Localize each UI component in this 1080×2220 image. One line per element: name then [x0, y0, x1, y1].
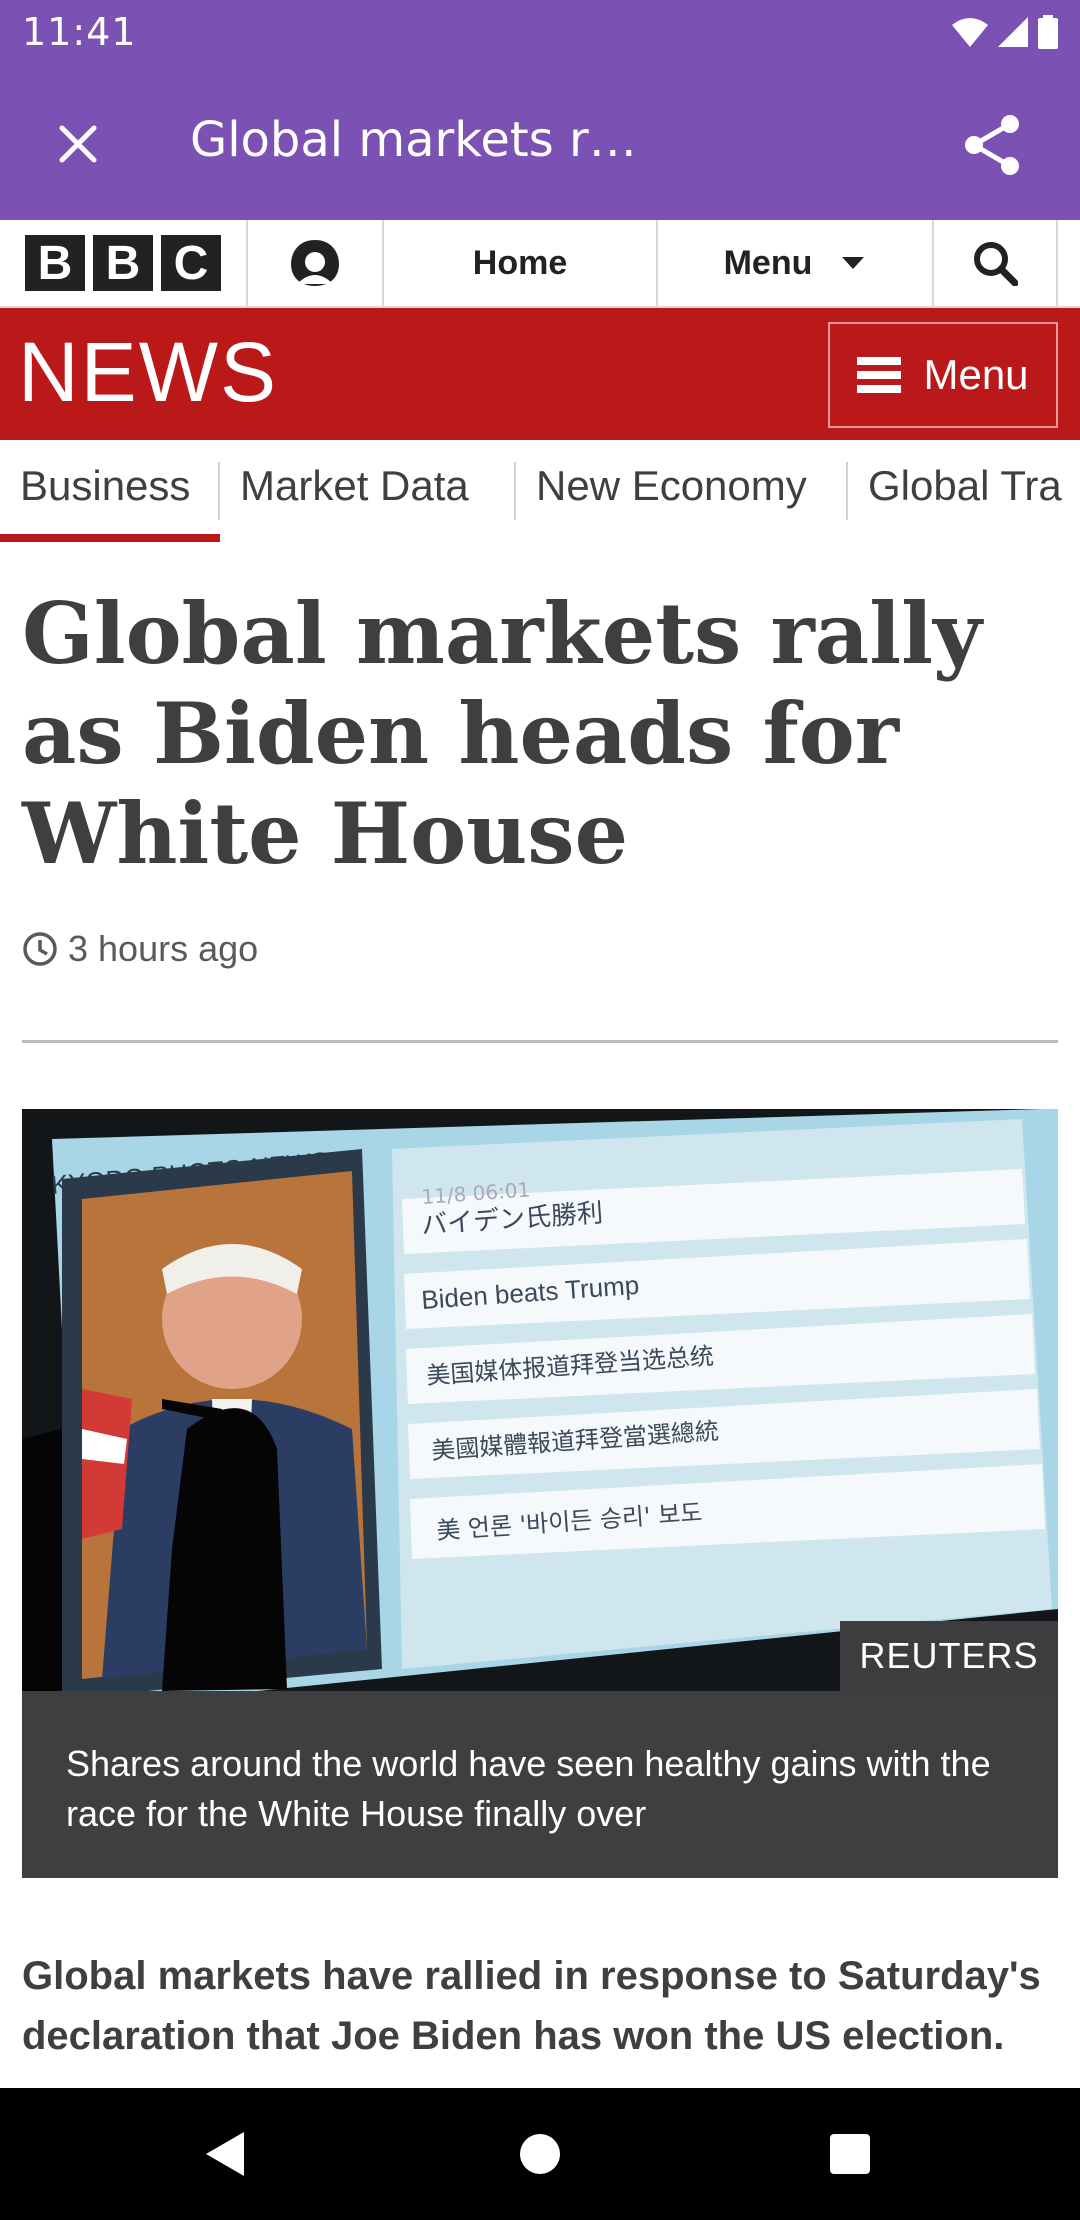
home-icon [520, 2134, 560, 2174]
news-menu-button[interactable]: Menu [828, 322, 1058, 428]
divider [514, 462, 516, 520]
article-image[interactable]: KYODO PHOTO NEWS 11/8 06:01 バイデン氏勝利 Bide… [22, 1109, 1058, 1691]
news-banner: NEWS Menu [0, 308, 1080, 440]
article-meta: 3 hours ago [22, 928, 258, 970]
signal-icon [998, 17, 1028, 47]
back-icon [206, 2132, 244, 2176]
custom-tab-bar: Global markets r… [0, 66, 1080, 220]
bbc-logo-letter: B [25, 235, 85, 291]
article-intro: Global markets have rallied in response … [22, 1954, 1041, 2058]
article-headline: Global markets rally as Biden heads for … [22, 584, 982, 883]
menu-label: Menu [723, 243, 813, 282]
tv-screen-photo: KYODO PHOTO NEWS 11/8 06:01 バイデン氏勝利 Bide… [22, 1109, 1058, 1691]
clock-icon [23, 932, 57, 966]
bbc-logo-letter: C [161, 235, 221, 291]
caret-down-icon [842, 257, 865, 269]
status-time: 11:41 [22, 10, 137, 54]
page-title: Global markets r… [190, 112, 637, 168]
article-timestamp: 3 hours ago [68, 928, 259, 969]
bbc-logo-letter: B [93, 235, 153, 291]
divider [846, 462, 848, 520]
divider [218, 462, 220, 520]
home-button[interactable] [508, 2122, 572, 2186]
section-navigation: Business Market Data New Economy Global … [0, 440, 1080, 544]
section-tab-global-trade[interactable]: Global Tra [868, 462, 1062, 510]
recents-button[interactable] [818, 2122, 882, 2186]
hamburger-icon [857, 357, 902, 393]
bbc-navigation: B B C Home Menu [0, 220, 1080, 308]
search-icon [974, 242, 1018, 286]
bbc-logo[interactable]: B B C [0, 220, 248, 306]
status-icons [952, 14, 1058, 50]
search-button[interactable] [934, 220, 1058, 306]
recents-icon [830, 2134, 870, 2174]
section-tab-new-economy[interactable]: New Economy [536, 462, 807, 510]
back-button[interactable] [192, 2122, 256, 2186]
status-bar: 11:41 [0, 0, 1080, 66]
image-credit: REUTERS [840, 1621, 1058, 1691]
news-menu-label: Menu [923, 351, 1029, 398]
divider [22, 1040, 1058, 1043]
share-icon[interactable] [958, 110, 1028, 180]
battery-icon [1038, 15, 1058, 49]
close-icon[interactable] [48, 114, 108, 174]
news-logo[interactable]: NEWS [18, 330, 278, 414]
section-tab-market-data[interactable]: Market Data [240, 462, 469, 510]
image-caption: Shares around the world have seen health… [22, 1691, 1058, 1878]
home-link[interactable]: Home [384, 220, 658, 306]
menu-dropdown[interactable]: Menu [658, 220, 934, 306]
active-tab-indicator [0, 534, 220, 542]
wifi-icon [952, 18, 988, 47]
account-icon [291, 240, 339, 286]
account-button[interactable] [248, 220, 384, 306]
section-tab-business[interactable]: Business [20, 462, 190, 510]
system-navigation-bar [0, 2088, 1080, 2220]
